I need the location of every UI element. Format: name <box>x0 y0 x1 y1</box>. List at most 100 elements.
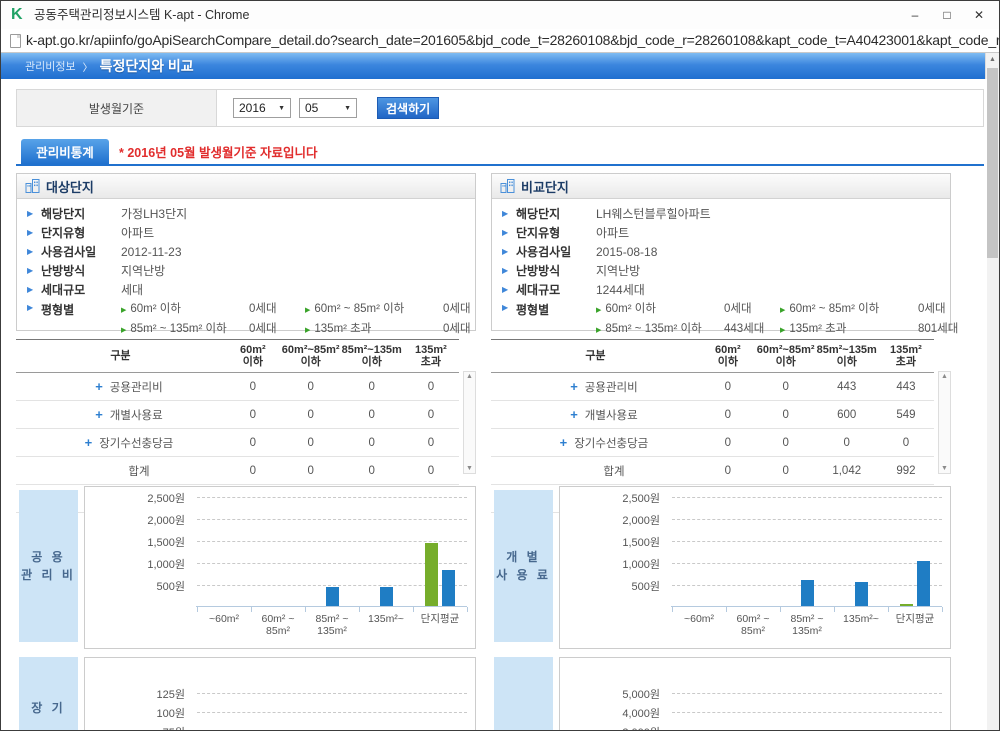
breadcrumb-bar: 관리비정보 〉 특정단지와 비교 <box>1 53 987 79</box>
y-axis-tick-label: 1,500원 <box>560 534 660 550</box>
arrow-bullet-icon: ▶ <box>502 266 516 275</box>
expand-plus-icon[interactable]: + <box>570 407 578 422</box>
close-icon[interactable]: ✕ <box>963 1 995 29</box>
expand-plus-icon[interactable]: + <box>85 435 93 450</box>
scrollbar-up-icon[interactable]: ▲ <box>939 373 950 380</box>
pyeong-item-value: 801세대 <box>918 320 984 336</box>
info-value: 세대 <box>121 281 143 298</box>
y-axis-tick-label: 500원 <box>560 578 660 594</box>
fee-cell: 0 <box>403 373 459 401</box>
individual-fee-chart: ~60m²60m² ~ 85m²85m² ~ 135m²135m²~단지평균 2,… <box>559 486 951 649</box>
minimize-icon[interactable]: – <box>899 1 931 29</box>
compare-complex-panel: 비교단지 ▶ 해당단지 LH웨스턴블루힐아파트 ▶ 단지유형 아파트 ▶ 사용검… <box>491 173 951 331</box>
info-value: 가정LH3단지 <box>121 205 187 222</box>
maximize-icon[interactable]: □ <box>931 1 963 29</box>
main-content: 발생월기준 2016 ▼ 05 ▼ 검색하기 관리비통계 * 2016년 05월… <box>1 79 987 731</box>
pyeong-item-label: ▶85m² ~ 135m² 이하 <box>596 320 724 336</box>
fee-table-header: 135m² 초과 <box>878 340 934 373</box>
expand-plus-icon[interactable]: + <box>560 435 568 450</box>
scrollbar-thumb[interactable] <box>987 68 998 258</box>
fee-table-header: 60m² 이하 <box>225 340 281 373</box>
y-axis-tick-label: 2,000원 <box>560 512 660 528</box>
table-row: +개별사용료00600549 <box>491 401 934 429</box>
breadcrumb-section[interactable]: 관리비정보 <box>25 58 76 74</box>
y-axis-tick-label: 1,500원 <box>85 534 185 550</box>
arrow-bullet-icon: ▶ <box>502 303 516 336</box>
info-label: 단지유형 <box>41 224 121 241</box>
gridline <box>672 563 942 564</box>
fee-cell: 0 <box>700 457 756 485</box>
arrow-bullet-icon: ▶ <box>596 327 601 334</box>
scrollbar-down-icon[interactable]: ▼ <box>464 465 475 472</box>
chevron-down-icon: ▼ <box>344 105 351 112</box>
axis-tick <box>726 607 727 612</box>
axis-tick <box>197 607 198 612</box>
info-label: 세대규모 <box>41 281 121 298</box>
month-select[interactable]: 05 ▼ <box>299 98 357 118</box>
compare-panel-header: 비교단지 <box>492 174 950 199</box>
chart-side-label-individual-fee: 개 별 사 용 료 <box>494 490 553 642</box>
page-scrollbar[interactable]: ▲ <box>985 53 999 731</box>
chart-bar <box>855 582 868 606</box>
table-row: +장기수선충당금0000 <box>16 429 459 457</box>
fee-cell: 0 <box>341 373 403 401</box>
pyeong-item-label: ▶60m² ~ 85m² 이하 <box>780 300 918 316</box>
fee-row-label: +장기수선충당금 <box>16 429 225 457</box>
y-axis-tick-label: 2,500원 <box>560 490 660 506</box>
search-button[interactable]: 검색하기 <box>377 97 439 119</box>
window-controls: – □ ✕ <box>899 1 995 29</box>
table-row: 합계001,042992 <box>491 457 934 485</box>
chart-bar <box>380 587 393 606</box>
expand-plus-icon[interactable]: + <box>95 379 103 394</box>
x-axis-category-label: 단지평균 <box>877 613 953 625</box>
search-form-label: 발생월기준 <box>17 90 217 126</box>
browser-window: K 공동주택관리정보시스템 K-apt - Chrome – □ ✕ k-apt… <box>0 0 1000 731</box>
fee-cell: 0 <box>225 457 281 485</box>
gridline <box>197 541 467 542</box>
scrollbar-up-icon[interactable]: ▲ <box>464 373 475 380</box>
info-label: 단지유형 <box>516 224 596 241</box>
fee-cell: 0 <box>700 373 756 401</box>
arrow-bullet-icon: ▶ <box>596 307 601 314</box>
arrow-bullet-icon: ▶ <box>27 228 41 237</box>
address-bar[interactable]: k-apt.go.kr/apiinfo/goApiSearchCompare_d… <box>1 29 999 53</box>
fee-cell: 600 <box>816 401 878 429</box>
y-axis-tick-label: 1,000원 <box>85 556 185 572</box>
scrollbar-up-icon[interactable]: ▲ <box>986 53 999 66</box>
year-select[interactable]: 2016 ▼ <box>233 98 291 118</box>
scrollbar-down-icon[interactable]: ▼ <box>939 465 950 472</box>
gridline <box>197 693 467 694</box>
month-select-value: 05 <box>305 101 318 115</box>
fee-table-header: 85m²~135m 이하 <box>816 340 878 373</box>
fee-cell: 0 <box>341 401 403 429</box>
axis-tick <box>834 607 835 612</box>
expand-plus-icon[interactable]: + <box>570 379 578 394</box>
table-row: +공용관리비0000 <box>16 373 459 401</box>
info-label: 사용검사일 <box>516 243 596 260</box>
url-text[interactable]: k-apt.go.kr/apiinfo/goApiSearchCompare_d… <box>26 29 1000 52</box>
chart-plot: ~60m²60m² ~ 85m²85m² ~ 135m²135m²~단지평균 <box>672 497 942 607</box>
expand-plus-icon[interactable]: + <box>95 407 103 422</box>
chart-bar <box>900 604 913 606</box>
fee-row-label: +개별사용료 <box>16 401 225 429</box>
fee-row-label: 합계 <box>16 457 225 485</box>
window-titlebar: K 공동주택관리정보시스템 K-apt - Chrome – □ ✕ <box>1 1 999 30</box>
info-row: ▶ 해당단지 가정LH3단지 <box>27 204 465 223</box>
gridline <box>672 519 942 520</box>
building-icon <box>500 179 516 193</box>
fee-cell: 0 <box>700 401 756 429</box>
fee-cell: 0 <box>225 429 281 457</box>
info-value: 1244세대 <box>596 281 645 298</box>
table-row: +공용관리비00443443 <box>491 373 934 401</box>
tab-fee-statistics[interactable]: 관리비통계 <box>21 139 109 164</box>
fee-cell: 443 <box>816 373 878 401</box>
axis-tick <box>672 607 673 612</box>
table-scrollbar[interactable]: ▲ ▼ <box>463 371 476 474</box>
table-scrollbar[interactable]: ▲ ▼ <box>938 371 951 474</box>
year-select-value: 2016 <box>239 101 266 115</box>
y-axis-tick-label: 75원 <box>85 724 185 731</box>
fee-cell: 0 <box>281 429 341 457</box>
info-label: 사용검사일 <box>41 243 121 260</box>
fee-cell: 0 <box>756 401 816 429</box>
y-axis-tick-label: 1,000원 <box>560 556 660 572</box>
